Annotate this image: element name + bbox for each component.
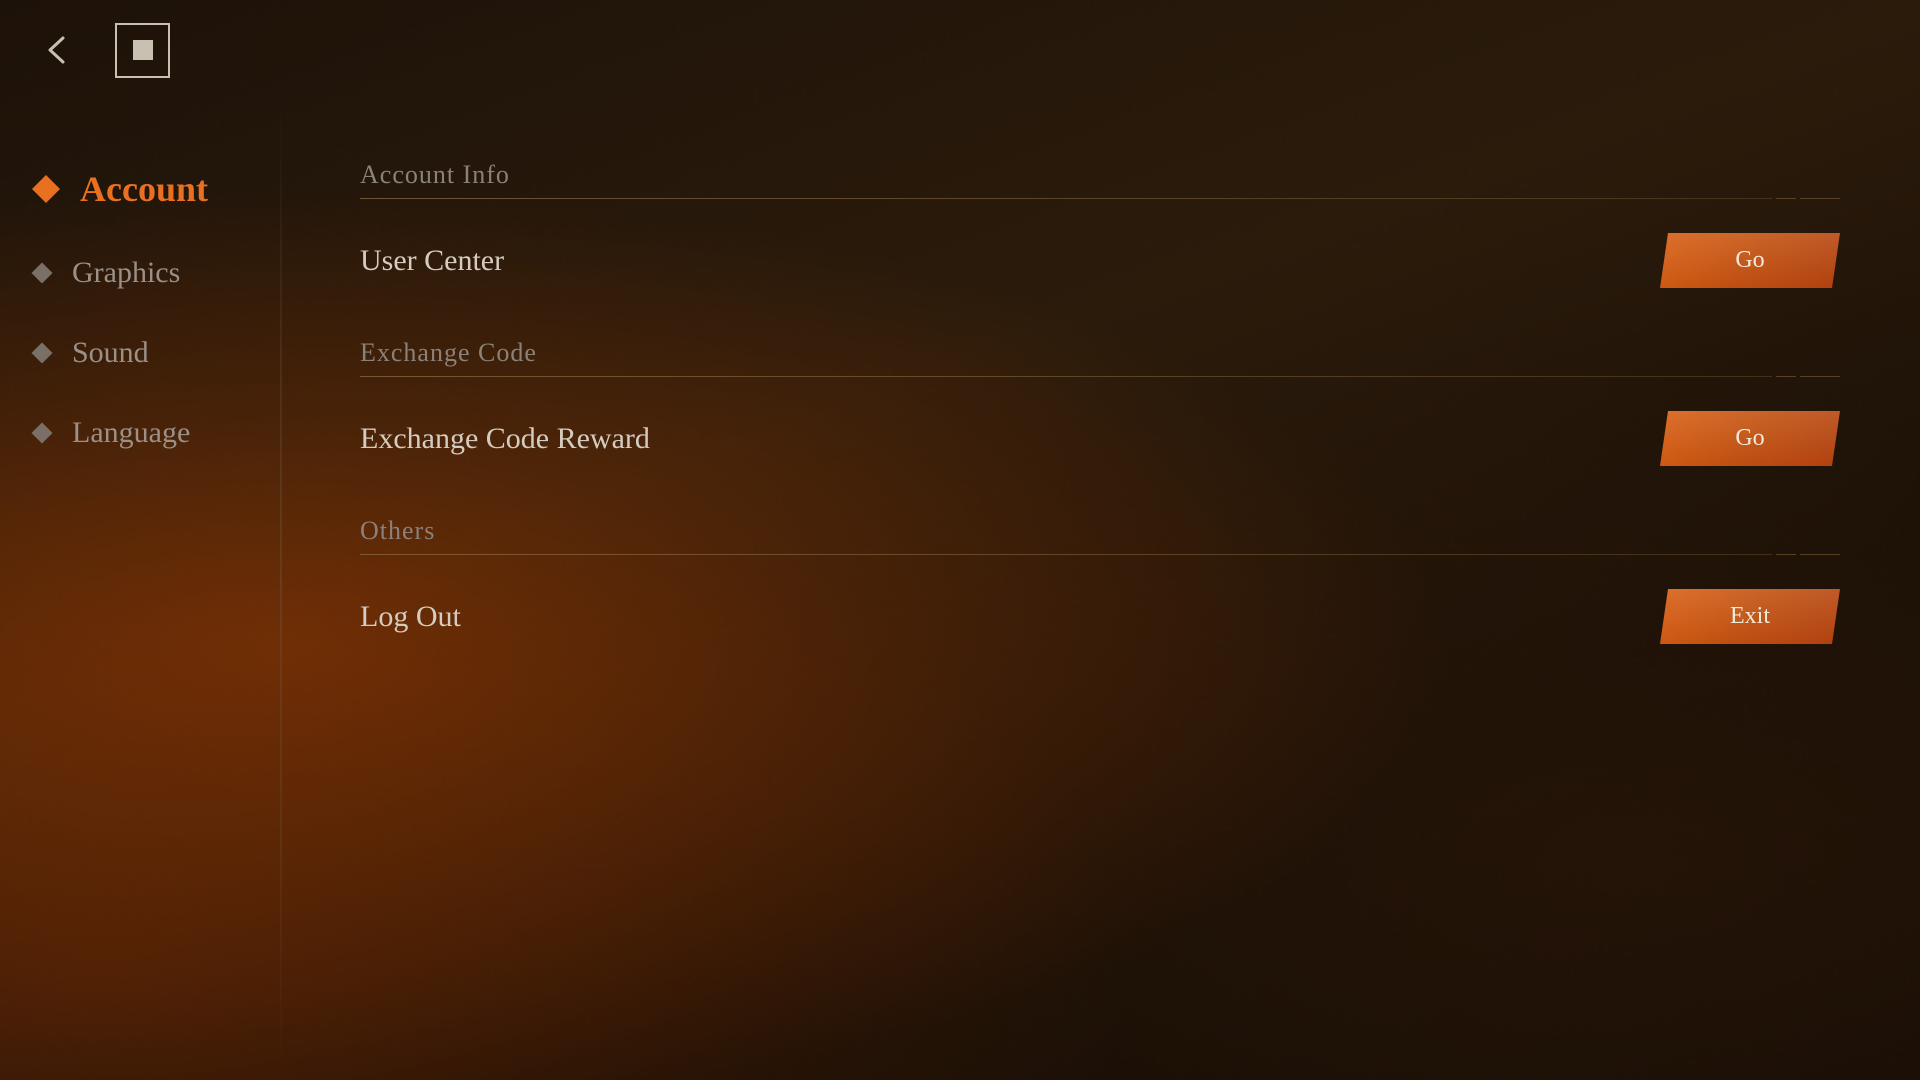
sidebar-item-graphics[interactable]: Graphics	[0, 238, 280, 308]
section-exchange-code: Exchange Code Exchange Code Reward Go	[360, 338, 1840, 476]
row-log-out: Log Out Exit	[360, 579, 1840, 654]
sidebar-item-language[interactable]: Language	[0, 398, 280, 468]
sidebar: Account Graphics Sound Language	[0, 100, 280, 1080]
section-title-exchange-code: Exchange Code	[360, 338, 1840, 368]
back-button[interactable]	[30, 23, 85, 78]
user-center-label: User Center	[360, 244, 504, 278]
sidebar-label-account: Account	[80, 168, 208, 210]
sidebar-item-account[interactable]: Account	[0, 150, 280, 228]
exit-button[interactable]: Exit	[1660, 589, 1840, 644]
exchange-code-go-button[interactable]: Go	[1660, 411, 1840, 466]
main-content: Account Info User Center Go Exchange Cod…	[280, 100, 1920, 1080]
section-divider-others	[360, 554, 1840, 555]
section-account-info: Account Info User Center Go	[360, 160, 1840, 298]
log-out-label: Log Out	[360, 600, 461, 634]
sidebar-item-sound[interactable]: Sound	[0, 318, 280, 388]
sidebar-label-sound: Sound	[72, 336, 149, 370]
section-others: Others Log Out Exit	[360, 516, 1840, 654]
row-user-center: User Center Go	[360, 223, 1840, 298]
user-center-go-button[interactable]: Go	[1660, 233, 1840, 288]
section-title-account-info: Account Info	[360, 160, 1840, 190]
sidebar-label-language: Language	[72, 416, 190, 450]
section-divider-exchange-code	[360, 376, 1840, 377]
section-title-others: Others	[360, 516, 1840, 546]
sidebar-label-graphics: Graphics	[72, 256, 180, 290]
section-divider-account-info	[360, 198, 1840, 199]
home-button[interactable]	[115, 23, 170, 78]
exchange-code-reward-label: Exchange Code Reward	[360, 422, 650, 456]
topbar	[0, 0, 1920, 100]
row-exchange-code-reward: Exchange Code Reward Go	[360, 401, 1840, 476]
